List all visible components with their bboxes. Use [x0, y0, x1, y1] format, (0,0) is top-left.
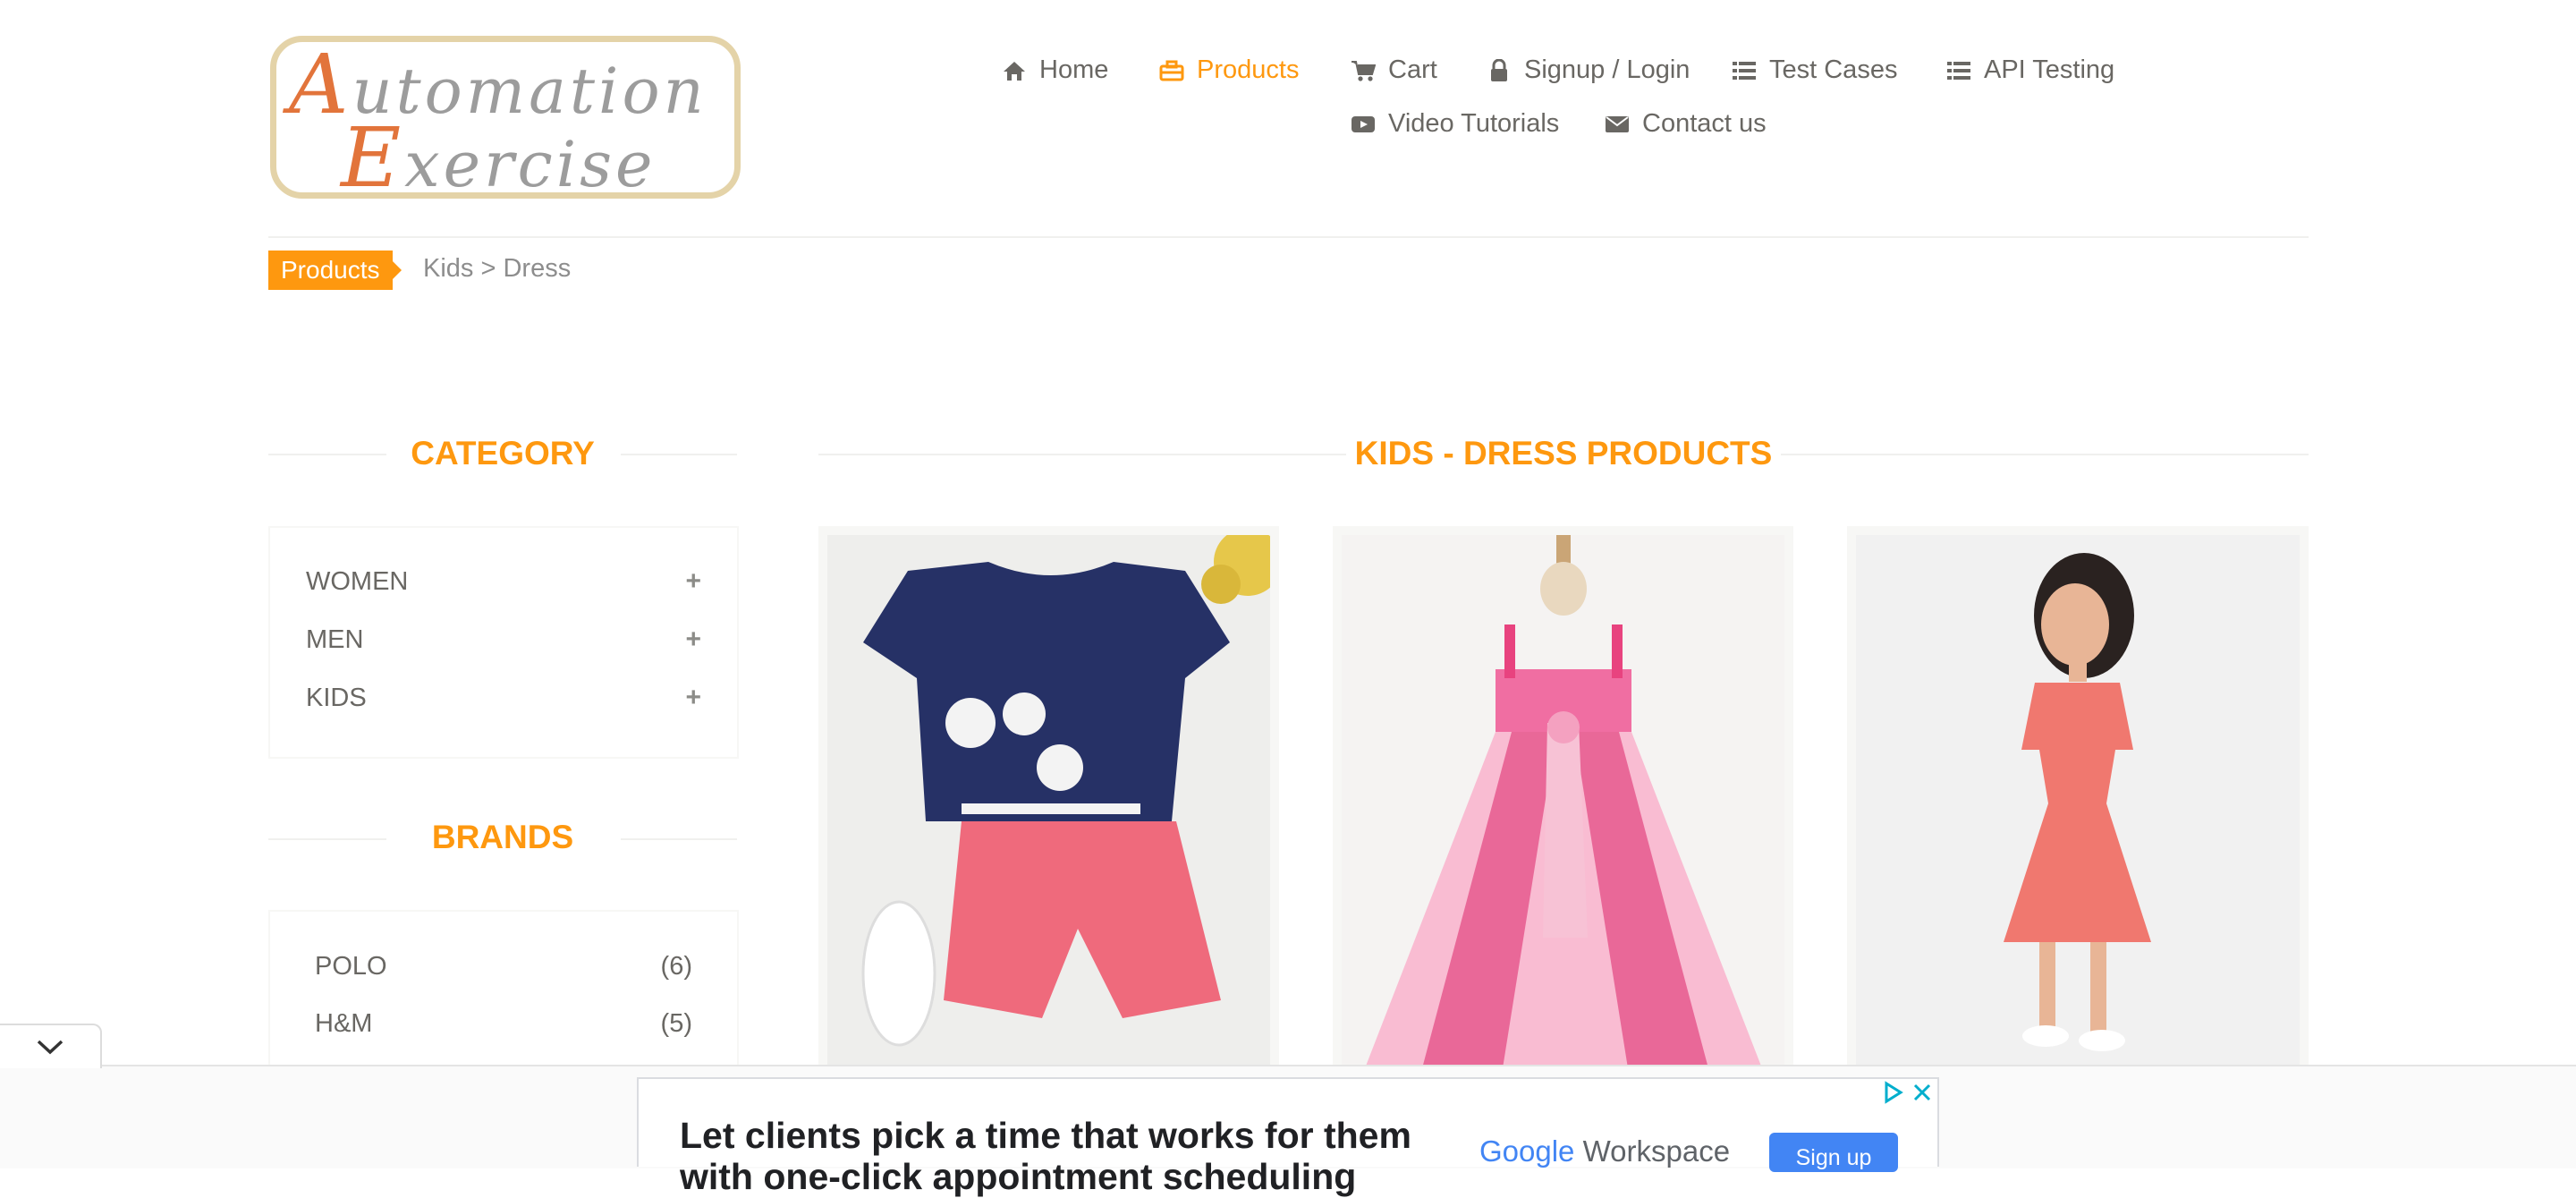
header-divider [268, 236, 2309, 238]
ad-collapse-toggle[interactable] [0, 1024, 102, 1068]
category-title-line-right [621, 454, 737, 455]
nav-video-tutorials[interactable]: Video Tutorials [1351, 109, 1559, 139]
ad-headline: Let clients pick a time that works for t… [680, 1115, 1411, 1156]
list-icon [1946, 58, 1971, 83]
category-title-line-left [268, 454, 386, 455]
adchoices-icon[interactable] [1882, 1081, 1905, 1104]
nav-api-testing[interactable]: API Testing [1946, 55, 2114, 85]
ad-banner[interactable]: Let clients pick a time that works for t… [637, 1077, 1939, 1197]
products-title: KIDS - DRESS PRODUCTS [1354, 435, 1773, 472]
main-title-line-left [818, 454, 1346, 455]
nav-test-cases[interactable]: Test Cases [1732, 55, 1897, 85]
category-men-label: MEN [306, 624, 364, 654]
brand-hm[interactable]: H&M (5) [315, 1006, 692, 1041]
nav-home[interactable]: Home [1002, 55, 1108, 85]
category-kids[interactable]: KIDS + [306, 680, 701, 716]
main-title-line-right [1781, 454, 2309, 455]
breadcrumb-path: Kids > Dress [423, 254, 572, 283]
nav-contact-us[interactable]: Contact us [1605, 109, 1767, 139]
list-icon [1732, 58, 1757, 83]
envelope-icon [1605, 112, 1630, 137]
brands-title: BRANDS [431, 819, 574, 855]
plus-icon[interactable]: + [685, 566, 701, 597]
nav-signup-login-label: Signup / Login [1524, 55, 1690, 84]
brand-polo[interactable]: POLO (6) [315, 948, 692, 984]
brands-title-line-right [621, 838, 737, 840]
nav-products-label: Products [1197, 55, 1300, 84]
workspace-wordmark: Workspace [1582, 1134, 1731, 1168]
chevron-down-icon [37, 1040, 64, 1055]
category-panel: WOMEN + MEN + KIDS + [268, 526, 739, 759]
product-card[interactable] [1847, 526, 2309, 1077]
nav-cart-label: Cart [1388, 55, 1437, 84]
product-image-coral-dress[interactable] [1856, 535, 2300, 1068]
brand-polo-label: POLO [315, 951, 387, 981]
category-title: CATEGORY [411, 435, 595, 472]
logo-line-2: Exercise [341, 110, 657, 206]
google-wordmark: Google [1479, 1134, 1575, 1168]
google-workspace-logo: Google Workspace [1479, 1134, 1730, 1168]
nav-home-label: Home [1039, 55, 1109, 84]
plus-icon[interactable]: + [685, 683, 701, 713]
youtube-play-icon [1351, 112, 1376, 137]
product-image-tulle-gown[interactable] [1342, 535, 1784, 1068]
brand-hm-label: H&M [315, 1008, 373, 1038]
nav-test-cases-label: Test Cases [1769, 55, 1898, 84]
category-women[interactable]: WOMEN + [306, 564, 701, 599]
lock-icon [1487, 58, 1512, 83]
breadcrumb-products[interactable]: Products [268, 251, 401, 290]
nav-video-tutorials-label: Video Tutorials [1388, 109, 1560, 138]
nav-products[interactable]: Products [1159, 55, 1299, 85]
ad-signup-button[interactable]: Sign up [1769, 1133, 1898, 1172]
cart-icon [1351, 58, 1376, 83]
product-image-sleeveless-top-shorts[interactable] [827, 535, 1270, 1068]
brands-title-line-left [268, 838, 386, 840]
site-logo[interactable]: Automation Exercise [270, 36, 741, 206]
home-icon [1002, 58, 1027, 83]
nav-api-testing-label: API Testing [1984, 55, 2115, 84]
nav-signup-login[interactable]: Signup / Login [1487, 55, 1690, 85]
plus-icon[interactable]: + [685, 624, 701, 655]
category-women-label: WOMEN [306, 566, 409, 596]
brand-hm-count: (5) [660, 1008, 692, 1038]
product-card[interactable] [1333, 526, 1793, 1077]
ad-headline-line-2: with one-click appointment scheduling [680, 1156, 1357, 1197]
briefcase-icon [1159, 58, 1184, 83]
category-men[interactable]: MEN + [306, 622, 701, 658]
nav-cart[interactable]: Cart [1351, 55, 1437, 85]
close-icon[interactable] [1912, 1083, 1932, 1102]
brand-polo-count: (6) [660, 951, 692, 981]
product-card[interactable] [818, 526, 1279, 1077]
nav-contact-us-label: Contact us [1642, 109, 1767, 138]
brands-panel: POLO (6) H&M (5) [268, 910, 739, 1089]
category-kids-label: KIDS [306, 683, 367, 712]
